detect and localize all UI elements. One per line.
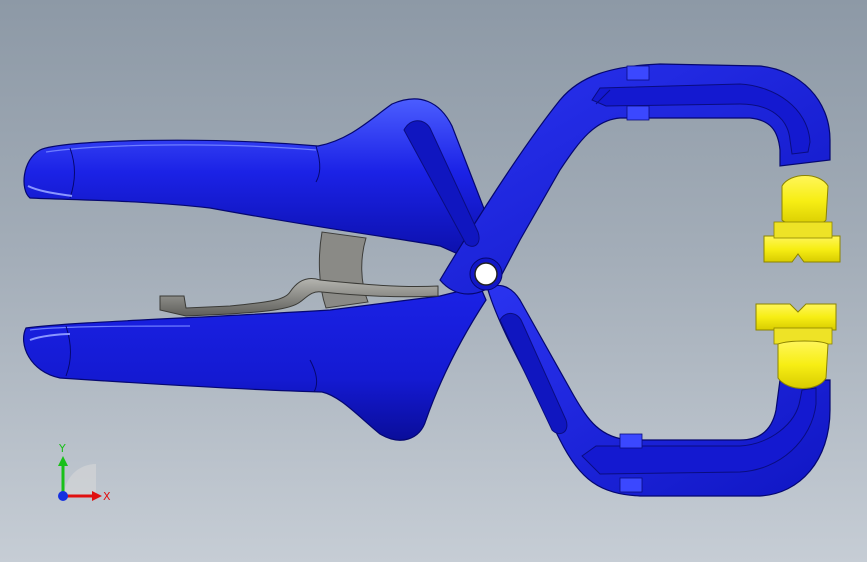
coordinate-triad: Y X [58,442,111,503]
x-axis-label: X [103,490,111,503]
upper-swivel-pad[interactable] [763,175,841,263]
spring-plate [318,231,369,309]
upper-handle[interactable] [23,98,501,263]
lower-swivel-pad[interactable] [755,303,837,389]
clamp-model[interactable]: Y X [0,0,867,562]
graphics-viewport[interactable]: Y X [0,0,867,562]
pivot-pin[interactable] [469,257,503,291]
z-axis-dot-icon [58,491,68,501]
y-axis-label: Y [58,442,66,455]
triad-plane-icon [64,464,96,496]
